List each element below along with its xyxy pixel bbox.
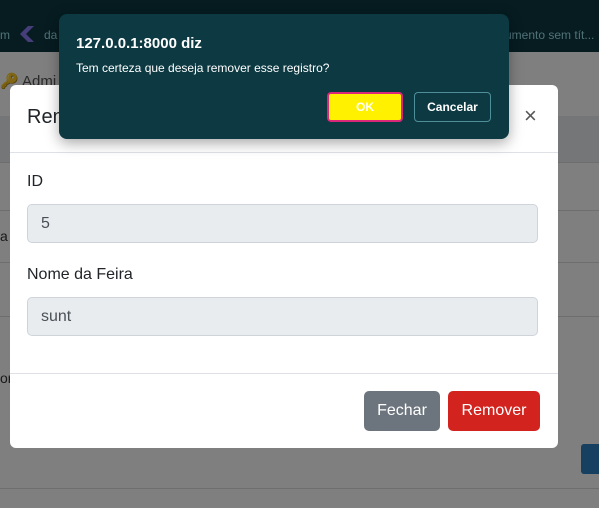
confirm-dialog: 127.0.0.1:8000 diz Tem certeza que desej… [59, 14, 509, 139]
nome-feira-label: Nome da Feira [27, 266, 133, 283]
fechar-button[interactable]: Fechar [364, 391, 440, 431]
remover-button[interactable]: Remover [448, 391, 540, 431]
dialog-title: 127.0.0.1:8000 diz [76, 35, 202, 52]
remove-modal: Rem × ID Nome da Feira Fechar Remover [10, 85, 558, 448]
close-icon[interactable]: × [524, 105, 537, 127]
id-label: ID [27, 173, 43, 190]
modal-footer: Fechar Remover [10, 373, 558, 449]
dialog-message: Tem certeza que deseja remover esse regi… [76, 61, 330, 75]
cancel-button[interactable]: Cancelar [414, 92, 491, 122]
nome-feira-field[interactable] [27, 297, 538, 336]
id-field[interactable] [27, 204, 538, 243]
ok-button[interactable]: OK [327, 92, 403, 122]
